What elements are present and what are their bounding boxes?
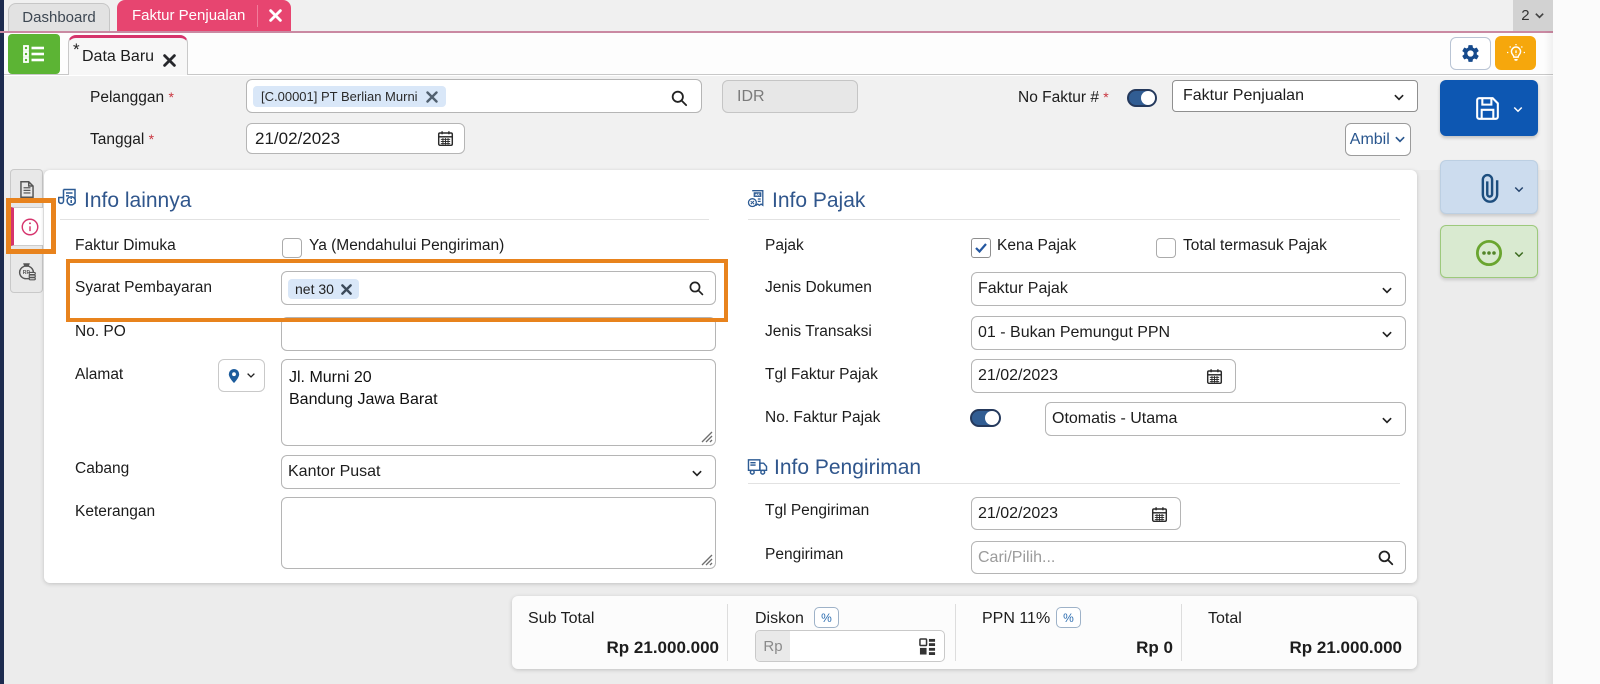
- svg-text:TAX: TAX: [755, 193, 761, 197]
